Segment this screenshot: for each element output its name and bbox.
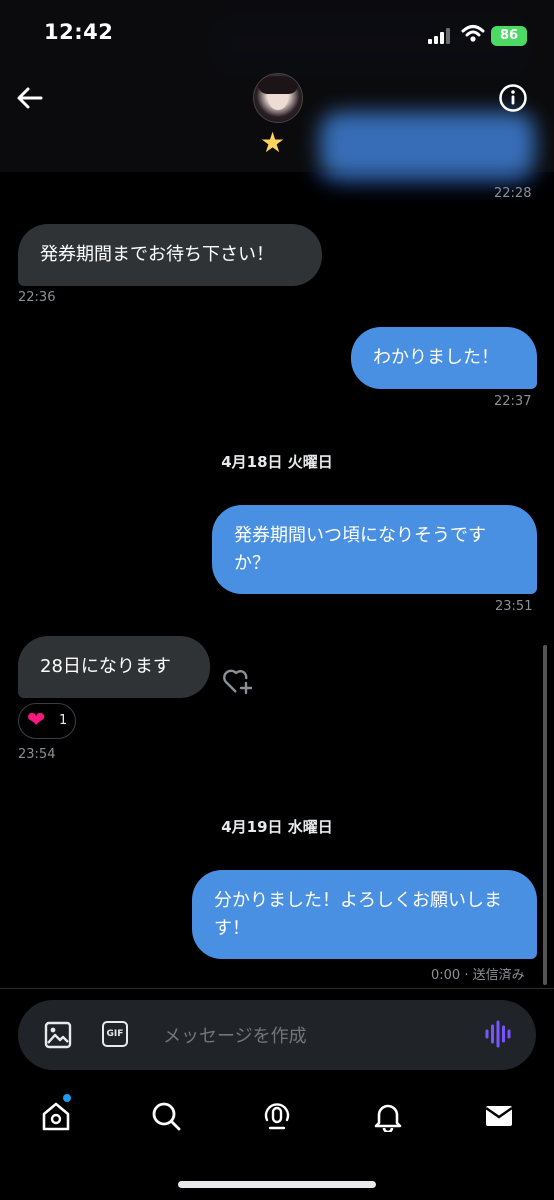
date-separator: 4月19日 水曜日 bbox=[221, 818, 333, 836]
reaction-count: 1 bbox=[59, 713, 68, 728]
spaces-icon[interactable] bbox=[261, 1100, 293, 1132]
bell-icon[interactable] bbox=[372, 1100, 404, 1132]
message-text: わかりました！ bbox=[373, 347, 499, 368]
received-message-bubble[interactable]: 28日になります bbox=[18, 636, 210, 698]
blurred-header-bubble bbox=[320, 112, 535, 178]
message-timestamp: 23:54 bbox=[18, 747, 56, 762]
message-timestamp: 22:28 bbox=[494, 186, 532, 201]
battery-indicator: 86 bbox=[491, 26, 527, 46]
date-separator: 4月18日 火曜日 bbox=[221, 453, 333, 471]
sent-message-bubble[interactable]: 分かりました！よろしくお願いします！ bbox=[192, 870, 537, 959]
message-text: 発券期間いつ頃になりそうですか？ bbox=[234, 525, 486, 574]
message-text: 分かりました！よろしくお願いします！ bbox=[214, 890, 502, 939]
message-status: 0:00 · 送信済み bbox=[431, 968, 525, 983]
info-icon[interactable] bbox=[498, 83, 528, 113]
message-timestamp: 23:51 bbox=[495, 599, 533, 614]
gif-icon[interactable]: GIF bbox=[102, 1021, 128, 1047]
message-text: 発券期間までお待ち下さい！ bbox=[40, 244, 274, 265]
image-icon[interactable] bbox=[44, 1021, 72, 1049]
message-text: 28日になります bbox=[40, 656, 171, 677]
avatar[interactable] bbox=[253, 73, 303, 123]
home-indicator bbox=[178, 1181, 376, 1188]
message-input[interactable]: メッセージを作成 bbox=[163, 1022, 307, 1048]
reaction-pill[interactable]: ❤ 1 bbox=[18, 703, 76, 739]
wifi-icon bbox=[461, 25, 485, 42]
star-icon: ★ bbox=[260, 126, 286, 159]
arrow-left-icon[interactable] bbox=[14, 82, 46, 114]
heart-reaction-icon: ❤ bbox=[27, 708, 46, 733]
message-timestamp: 22:37 bbox=[494, 394, 532, 409]
home-icon[interactable] bbox=[40, 1100, 72, 1132]
add-reaction-heart-icon[interactable] bbox=[222, 667, 254, 695]
voice-message-icon[interactable] bbox=[484, 1020, 512, 1048]
sent-message-bubble[interactable]: 発券期間いつ頃になりそうですか？ bbox=[212, 505, 537, 594]
status-time: 12:42 bbox=[44, 20, 114, 44]
cellular-signal-icon bbox=[428, 28, 454, 44]
mail-icon[interactable] bbox=[483, 1100, 515, 1132]
message-timestamp: 22:36 bbox=[18, 290, 56, 305]
notification-dot bbox=[63, 1094, 71, 1102]
divider bbox=[0, 988, 554, 989]
sent-message-bubble[interactable]: わかりました！ bbox=[351, 327, 537, 389]
scrollbar[interactable] bbox=[543, 645, 547, 985]
received-message-bubble[interactable]: 発券期間までお待ち下さい！ bbox=[18, 224, 322, 286]
search-icon[interactable] bbox=[150, 1100, 182, 1132]
